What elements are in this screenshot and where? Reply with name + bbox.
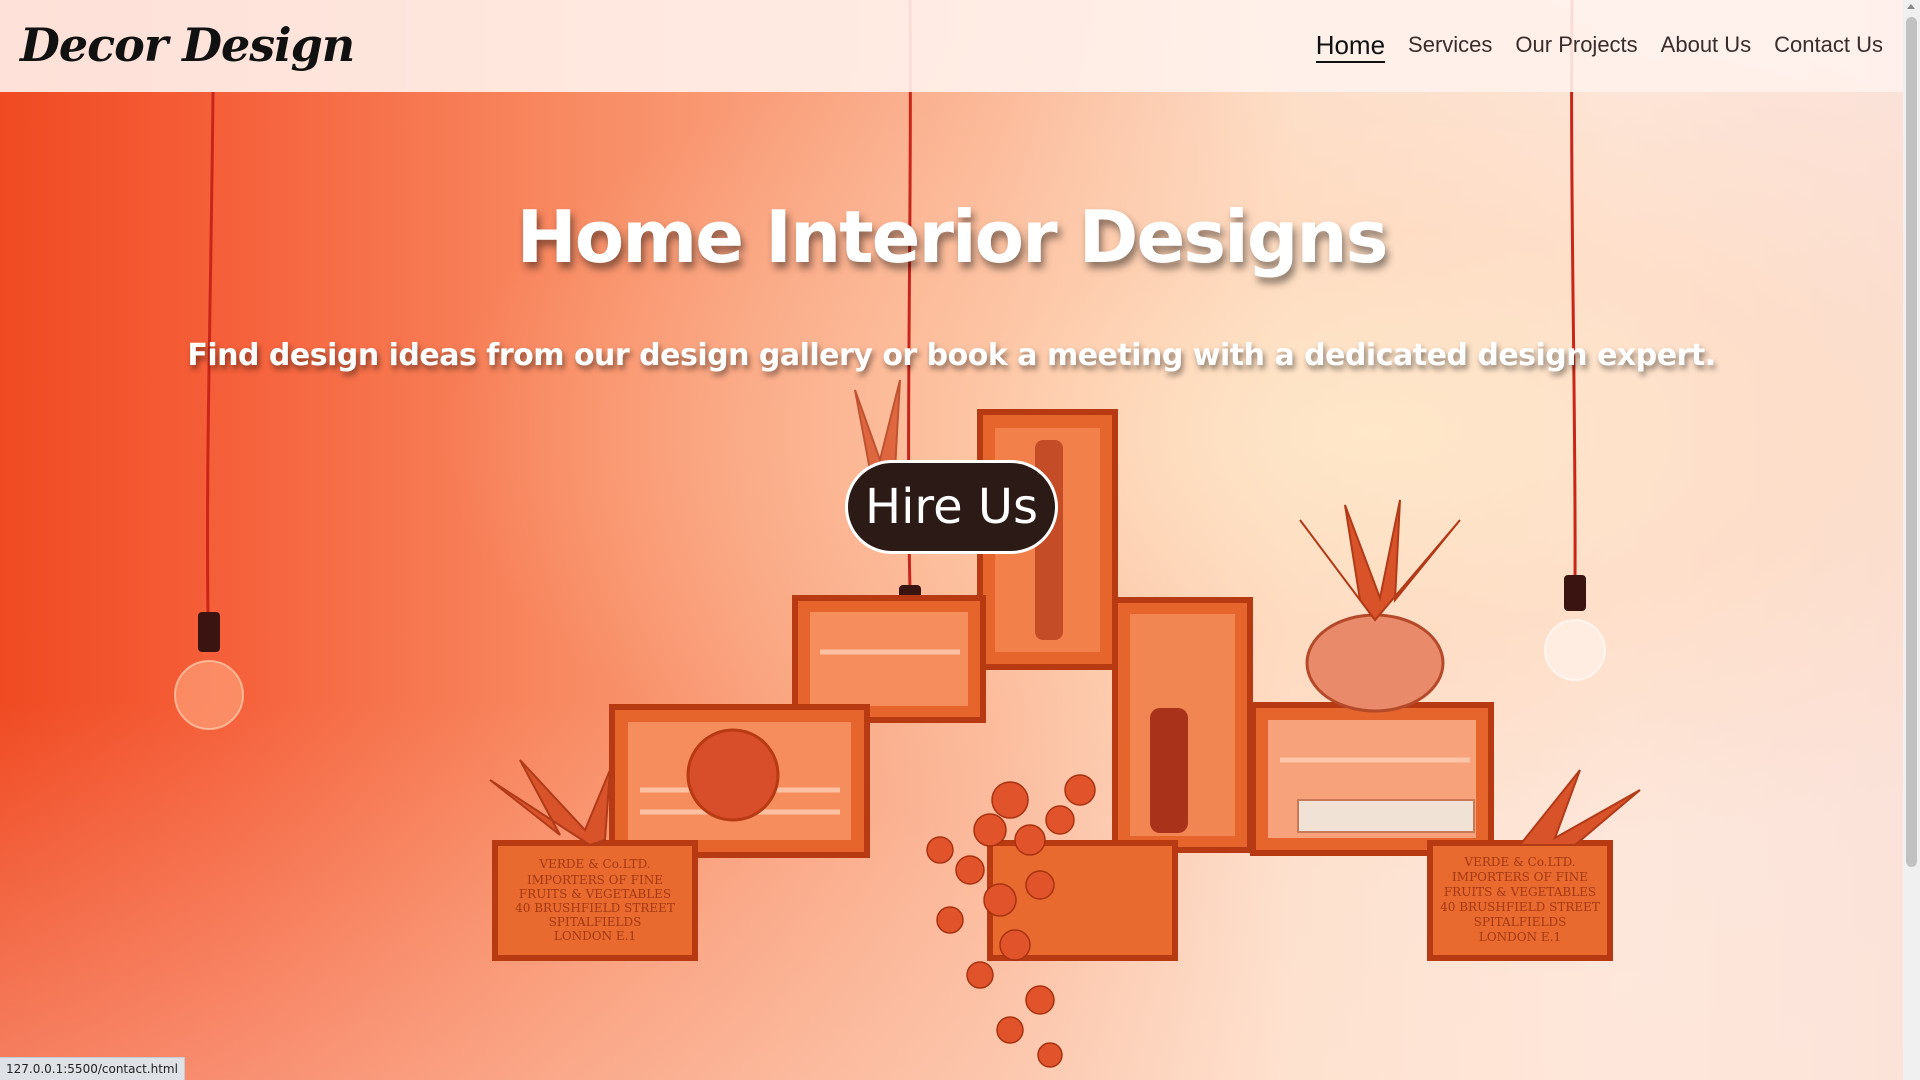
status-bar-url: 127.0.0.1:5500/contact.html <box>0 1057 185 1080</box>
page: VERDE & Co.LTD. IMPORTERS OF FINE FRUITS… <box>0 0 1920 1080</box>
hire-us-button[interactable]: Hire Us <box>845 460 1058 554</box>
hero-title: Home Interior Designs <box>516 195 1389 279</box>
nav-home-link[interactable]: Home <box>1315 30 1386 63</box>
brand-logo[interactable]: Decor Design <box>20 18 355 72</box>
hero-background-glow <box>0 700 1903 1080</box>
nav-services-link[interactable]: Services <box>1408 32 1492 60</box>
nav-our-projects-link[interactable]: Our Projects <box>1515 32 1637 60</box>
nav-about-us-link[interactable]: About Us <box>1661 32 1752 60</box>
hero-subtitle: Find design ideas from our design galler… <box>187 338 1716 373</box>
nav-contact-us-link[interactable]: Contact Us <box>1774 32 1883 60</box>
navbar: Decor Design Home Services Our Projects … <box>0 0 1903 92</box>
scrollbar-thumb[interactable] <box>1906 17 1917 867</box>
page-scrollbar[interactable] <box>1903 0 1920 1080</box>
main-nav: Home Services Our Projects About Us Cont… <box>1293 30 1883 63</box>
scroll-up-arrow-icon[interactable] <box>1907 4 1915 9</box>
